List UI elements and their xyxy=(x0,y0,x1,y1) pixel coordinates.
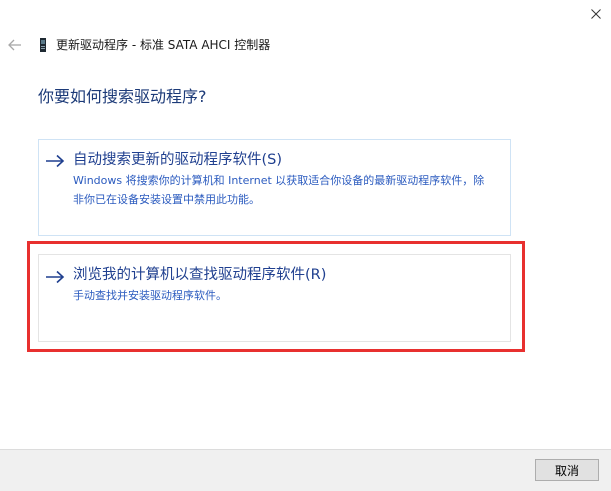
update-driver-window: 更新驱动程序 - 标准 SATA AHCI 控制器 你要如何搜索驱动程序? 自动… xyxy=(0,0,611,491)
arrow-right-icon xyxy=(46,154,65,168)
browse-computer-title: 浏览我的计算机以查找驱动程序软件(R) xyxy=(73,267,327,283)
auto-search-description: Windows 将搜索你的计算机和 Internet 以获取适合你设备的最新驱动… xyxy=(73,174,485,206)
close-button[interactable] xyxy=(580,0,611,28)
close-icon xyxy=(590,9,601,19)
device-icon xyxy=(40,38,46,52)
auto-search-option[interactable]: 自动搜索更新的驱动程序软件(S) Windows 将搜索你的计算机和 Inter… xyxy=(38,139,511,236)
back-arrow-icon xyxy=(8,39,21,51)
window-title: 更新驱动程序 - 标准 SATA AHCI 控制器 xyxy=(56,38,271,52)
arrow-right-icon xyxy=(46,270,65,284)
footer-bar: 取消 xyxy=(0,449,611,491)
back-button[interactable] xyxy=(6,36,24,54)
cancel-button[interactable]: 取消 xyxy=(535,459,599,481)
browse-computer-description: 手动查找并安装驱动程序软件。 xyxy=(73,289,227,302)
browse-computer-option[interactable]: 浏览我的计算机以查找驱动程序软件(R) 手动查找并安装驱动程序软件。 xyxy=(38,254,511,342)
auto-search-title: 自动搜索更新的驱动程序软件(S) xyxy=(73,152,283,168)
page-heading: 你要如何搜索驱动程序? xyxy=(38,87,207,106)
